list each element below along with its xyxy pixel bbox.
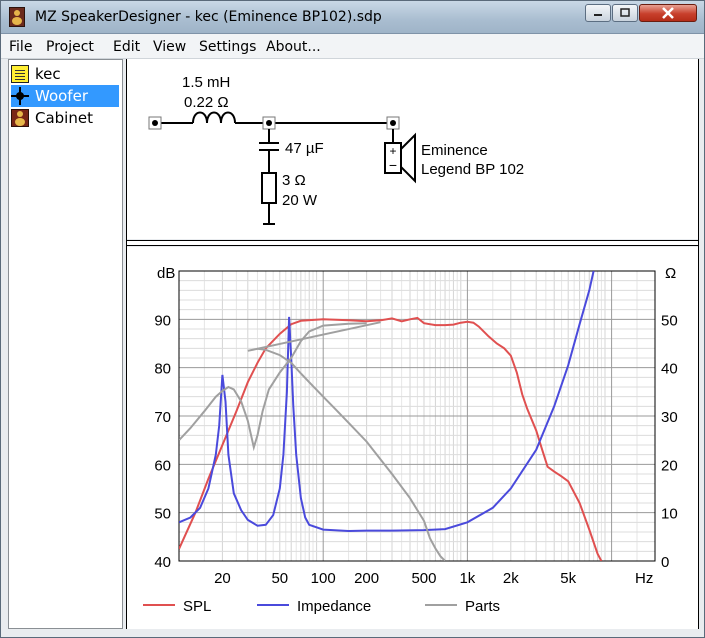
menu-project[interactable]: Project [46,39,94,55]
tree-item-cabinet[interactable]: Cabinet [11,107,119,129]
tree-item-label: Woofer [35,87,88,105]
menu-edit[interactable]: Edit [113,39,140,55]
legend: SPL Impedance Parts [143,598,500,615]
x-tick-label: 1k [459,570,475,587]
y-left-tick-label: 90 [154,312,171,329]
y-right-tick-label: 10 [661,506,678,523]
svg-text:−: − [389,157,397,173]
resistor-power: 20 W [282,192,318,209]
close-button[interactable] [639,4,697,22]
y-left-tick-label: 70 [154,409,171,426]
inductor-resistance: 0.22 Ω [184,94,229,111]
svg-text:+: + [389,144,396,158]
y-left-tick-label: 80 [154,361,171,378]
close-icon [662,7,674,19]
maximize-icon [620,8,630,17]
resistor-symbol[interactable] [261,172,277,204]
speaker-app-icon[interactable] [9,7,25,27]
tree-item-label: Cabinet [35,109,93,127]
menu-bar: File Project Edit View Settings About... [1,34,704,59]
y-right-tick-label: 40 [661,361,678,378]
series-spl-line [179,316,603,561]
crossover-icon [11,87,29,105]
maximize-button[interactable] [612,4,638,22]
x-tick-label: 200 [354,570,379,587]
y-right-unit-label: Ω [665,265,676,282]
legend-parts-label: Parts [465,598,500,615]
app-window: MZ SpeakerDesigner - kec (Eminence BP102… [0,0,705,638]
project-tree[interactable]: kec Woofer Cabinet [8,59,123,629]
menu-file[interactable]: File [9,39,32,55]
tree-item-woofer[interactable]: Woofer [11,85,119,107]
inductor-symbol[interactable] [192,111,236,124]
legend-impedance-label: Impedance [297,598,371,615]
x-tick-label: 500 [411,570,436,587]
panel-splitter[interactable] [127,240,698,246]
minimize-button[interactable] [585,4,611,22]
circuit-schematic[interactable]: + − 1.5 mH 0.22 Ω 47 µF 3 Ω 20 W Eminenc… [127,59,698,239]
inductor-value: 1.5 mH [182,74,230,91]
tree-item-label: kec [35,65,61,83]
y-left-unit-label: dB [157,265,175,282]
y-right-tick-label: 20 [661,457,678,474]
menu-view[interactable]: View [153,39,186,55]
tree-item-kec[interactable]: kec [11,63,119,85]
y-left-tick-label: 40 [154,554,171,571]
y-left-tick-label: 60 [154,457,171,474]
speaker-icon [400,132,416,184]
y-left-tick-label: 50 [154,506,171,523]
title-bar[interactable]: MZ SpeakerDesigner - kec (Eminence BP102… [1,1,704,34]
driver-model: Legend BP 102 [421,161,524,178]
y-right-tick-label: 0 [661,554,669,571]
project-icon [11,65,29,83]
legend-spl-label: SPL [183,598,211,615]
menu-about[interactable]: About... [266,39,321,55]
menu-settings[interactable]: Settings [199,39,256,55]
window-title: MZ SpeakerDesigner - kec (Eminence BP102… [35,9,382,25]
x-tick-label: 2k [503,570,519,587]
cabinet-icon [11,109,29,127]
driver-brand: Eminence [421,142,488,159]
capacitor-symbol[interactable] [259,142,279,151]
x-tick-label: 20 [214,570,231,587]
frequency-response-graph[interactable]: dB Ω Hz 90 80 70 60 50 40 50 40 30 20 10 0 20 50 100… [127,247,698,629]
minimize-icon [594,14,602,16]
x-tick-label: 50 [271,570,288,587]
x-tick-label: 5k [560,570,576,587]
y-right-tick-label: 30 [661,409,678,426]
capacitor-value: 47 µF [285,140,324,157]
resistor-value: 3 Ω [282,172,306,189]
y-right-tick-label: 50 [661,312,678,329]
x-unit-label: Hz [635,570,653,587]
x-tick-label: 100 [311,570,336,587]
